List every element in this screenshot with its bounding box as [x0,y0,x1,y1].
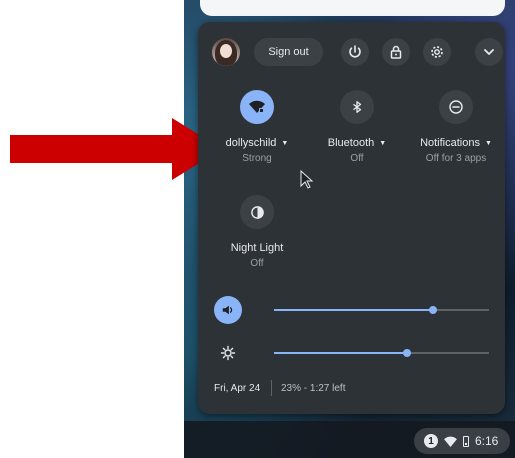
wifi-toggle[interactable] [240,90,274,124]
date-label: Fri, Apr 24 [214,383,261,394]
mouse-cursor-icon [300,170,314,189]
lock-button[interactable] [382,38,410,66]
clock: 6:16 [475,434,499,448]
bluetooth-toggle[interactable] [340,90,374,124]
wifi-icon [249,100,265,113]
wifi-label[interactable]: dollyschild ▼ [207,137,307,149]
volume-slider-thumb[interactable] [429,306,438,314]
status-tray[interactable]: 1 6:16 [414,428,510,454]
annotation-arrow [10,118,222,180]
bluetooth-label[interactable]: Bluetooth ▼ [307,137,407,149]
volume-slider-fill [274,309,434,311]
do-not-disturb-icon [449,100,463,114]
brightness-slider-fill [274,352,408,354]
bluetooth-status: Off [350,153,364,164]
night-light-status: Off [250,258,264,269]
night-light-icon [250,205,264,219]
quick-settings-panel: Sign out dollyschild ▼ Strong Bluetooth ▼ … [198,22,505,414]
volume-slider[interactable] [274,306,489,314]
brightness-button [214,339,242,367]
dropdown-caret-icon: ▼ [281,140,289,147]
notification-count-badge: 1 [424,434,438,448]
power-button[interactable] [341,38,369,66]
battery-icon [463,435,469,447]
window-edge [200,0,505,16]
battery-status: 23% - 1:27 left [281,383,346,394]
settings-button[interactable] [423,38,451,66]
power-icon [349,45,361,58]
sign-out-button[interactable]: Sign out [254,38,323,66]
wifi-icon [444,436,457,447]
bluetooth-icon [353,101,362,113]
dropdown-caret-icon: ▼ [484,140,492,147]
collapse-button[interactable] [475,38,503,66]
notifications-status: Off for 3 apps [425,153,487,164]
brightness-slider[interactable] [274,349,489,357]
mute-button[interactable] [214,296,242,324]
speaker-icon [222,305,233,315]
notifications-toggle[interactable] [439,90,473,124]
notifications-label[interactable]: Notifications ▼ [406,137,506,149]
footer-divider [271,380,272,396]
brightness-icon [220,345,236,361]
user-avatar[interactable] [212,38,240,66]
night-light-label[interactable]: Night Light [207,242,307,254]
chevron-down-icon [484,49,494,55]
brightness-slider-thumb[interactable] [403,349,412,357]
lock-icon [390,45,402,59]
gear-icon [431,46,443,58]
wifi-status: Strong [242,153,272,164]
night-light-toggle[interactable] [240,195,274,229]
dropdown-caret-icon: ▼ [379,140,387,147]
